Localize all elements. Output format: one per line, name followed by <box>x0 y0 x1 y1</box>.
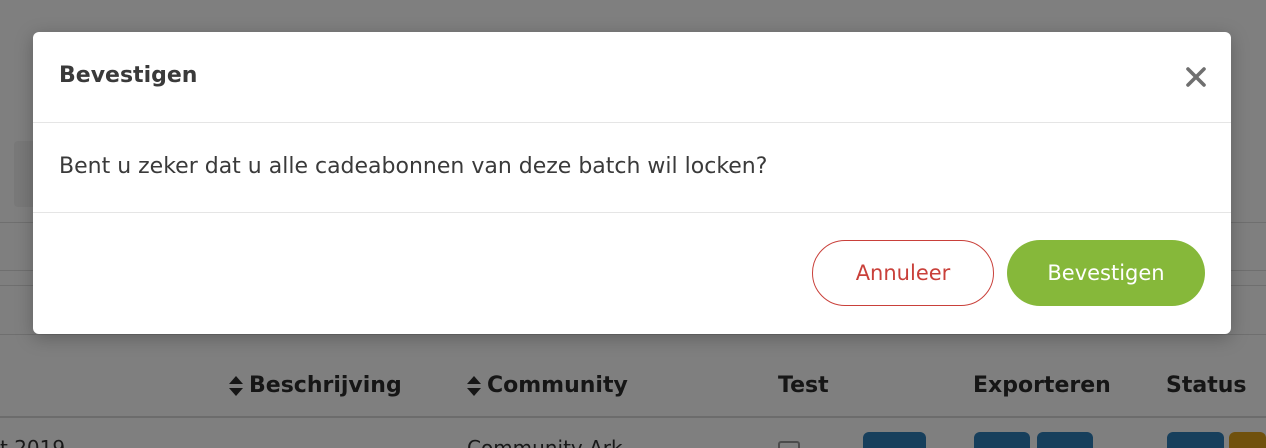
dialog-footer: Annuleer Bevestigen <box>33 213 1231 334</box>
dialog-body: Bent u zeker dat u alle cadeabonnen van … <box>33 123 1231 213</box>
dialog-title: Bevestigen <box>59 63 198 88</box>
close-icon <box>1186 67 1206 87</box>
cancel-button[interactable]: Annuleer <box>812 240 994 306</box>
close-button[interactable] <box>1179 60 1213 94</box>
dialog-message: Bent u zeker dat u alle cadeabonnen van … <box>59 154 768 179</box>
confirm-button[interactable]: Bevestigen <box>1007 240 1205 306</box>
confirm-dialog: Bevestigen Bent u zeker dat u alle cadea… <box>33 32 1231 334</box>
dialog-header: Bevestigen <box>33 32 1231 123</box>
